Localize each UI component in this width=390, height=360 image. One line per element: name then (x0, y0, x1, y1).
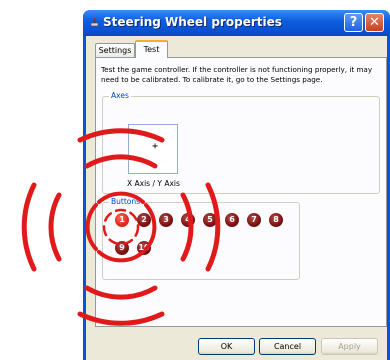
title-bar[interactable]: Steering Wheel properties ? ✕ (83, 10, 390, 36)
help-button[interactable]: ? (344, 13, 363, 32)
help-icon: ? (349, 15, 358, 30)
controller-button-2: 2 (137, 213, 151, 227)
tab-settings[interactable]: Settings (95, 43, 135, 57)
close-icon: ✕ (369, 15, 380, 30)
dialog-client: Settings Test Test the game controller. … (86, 36, 387, 360)
window-title: Steering Wheel properties (103, 15, 282, 29)
controller-button-3: 3 (159, 213, 173, 227)
apply-button: Apply (321, 338, 378, 355)
controller-button-1: 1 (115, 213, 129, 227)
axis-label: X Axis / Y Axis (127, 179, 180, 188)
controller-button-4: 4 (181, 213, 195, 227)
buttons-group: Buttons (102, 197, 300, 280)
close-button[interactable]: ✕ (365, 13, 384, 32)
cancel-button[interactable]: Cancel (259, 338, 316, 355)
pulse-ring-far-arc-left (21, 182, 37, 272)
axis-crosshair: + (152, 141, 159, 152)
tab-test[interactable]: Test (135, 40, 168, 58)
ok-button[interactable]: OK (198, 338, 255, 355)
pulse-ring-outer-arc-left (48, 192, 62, 262)
controller-button-9: 9 (115, 241, 129, 255)
controller-button-7: 7 (247, 213, 261, 227)
controller-button-10: 10 (137, 241, 151, 255)
axes-group-label: Axes (109, 91, 131, 100)
controller-button-5: 5 (203, 213, 217, 227)
joystick-icon (90, 18, 99, 27)
test-tab-panel: Test the game controller. If the control… (95, 57, 387, 327)
test-description: Test the game controller. If the control… (101, 65, 373, 84)
properties-window: Steering Wheel properties ? ✕ Settings T… (83, 10, 390, 360)
buttons-group-label: Buttons (109, 197, 143, 206)
axis-display: + (128, 124, 178, 174)
controller-button-6: 6 (225, 213, 239, 227)
controller-button-8: 8 (269, 213, 283, 227)
